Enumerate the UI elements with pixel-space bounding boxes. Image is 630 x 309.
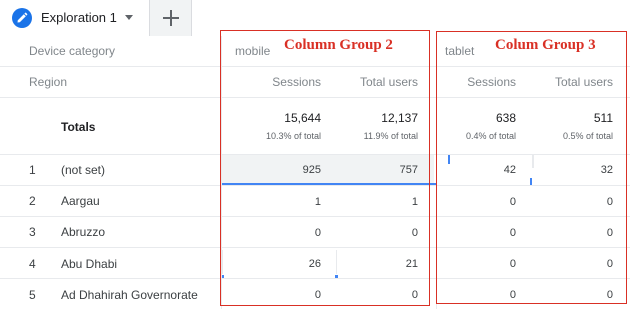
dimension-header-device-category: Device category bbox=[29, 44, 116, 58]
annotation-column-group-3: Colum Group 3 bbox=[495, 37, 596, 53]
annotation-box-column-group-3 bbox=[436, 31, 627, 304]
plus-icon[interactable] bbox=[160, 7, 182, 29]
row-region[interactable]: Ad Dhahirah Governorate bbox=[61, 288, 198, 302]
row-index: 3 bbox=[29, 225, 36, 239]
row-region[interactable]: Abruzzo bbox=[61, 225, 105, 239]
chevron-down-icon[interactable] bbox=[125, 15, 133, 20]
row-index: 4 bbox=[29, 257, 36, 271]
row-region[interactable]: Aargau bbox=[61, 194, 100, 208]
row-index: 2 bbox=[29, 194, 36, 208]
row-index: 5 bbox=[29, 288, 36, 302]
tab-exploration-1[interactable]: Exploration 1 bbox=[0, 0, 150, 36]
tab-label: Exploration 1 bbox=[41, 10, 117, 25]
annotation-box-column-group-2 bbox=[220, 30, 430, 306]
dimension-header-region: Region bbox=[29, 75, 68, 89]
totals-label: Totals bbox=[61, 120, 96, 134]
annotation-column-group-2: Column Group 2 bbox=[284, 37, 393, 53]
row-region[interactable]: Abu Dhabi bbox=[61, 257, 117, 271]
row-index: 1 bbox=[29, 163, 36, 177]
pencil-icon bbox=[12, 8, 32, 28]
row-region[interactable]: (not set) bbox=[61, 163, 105, 177]
